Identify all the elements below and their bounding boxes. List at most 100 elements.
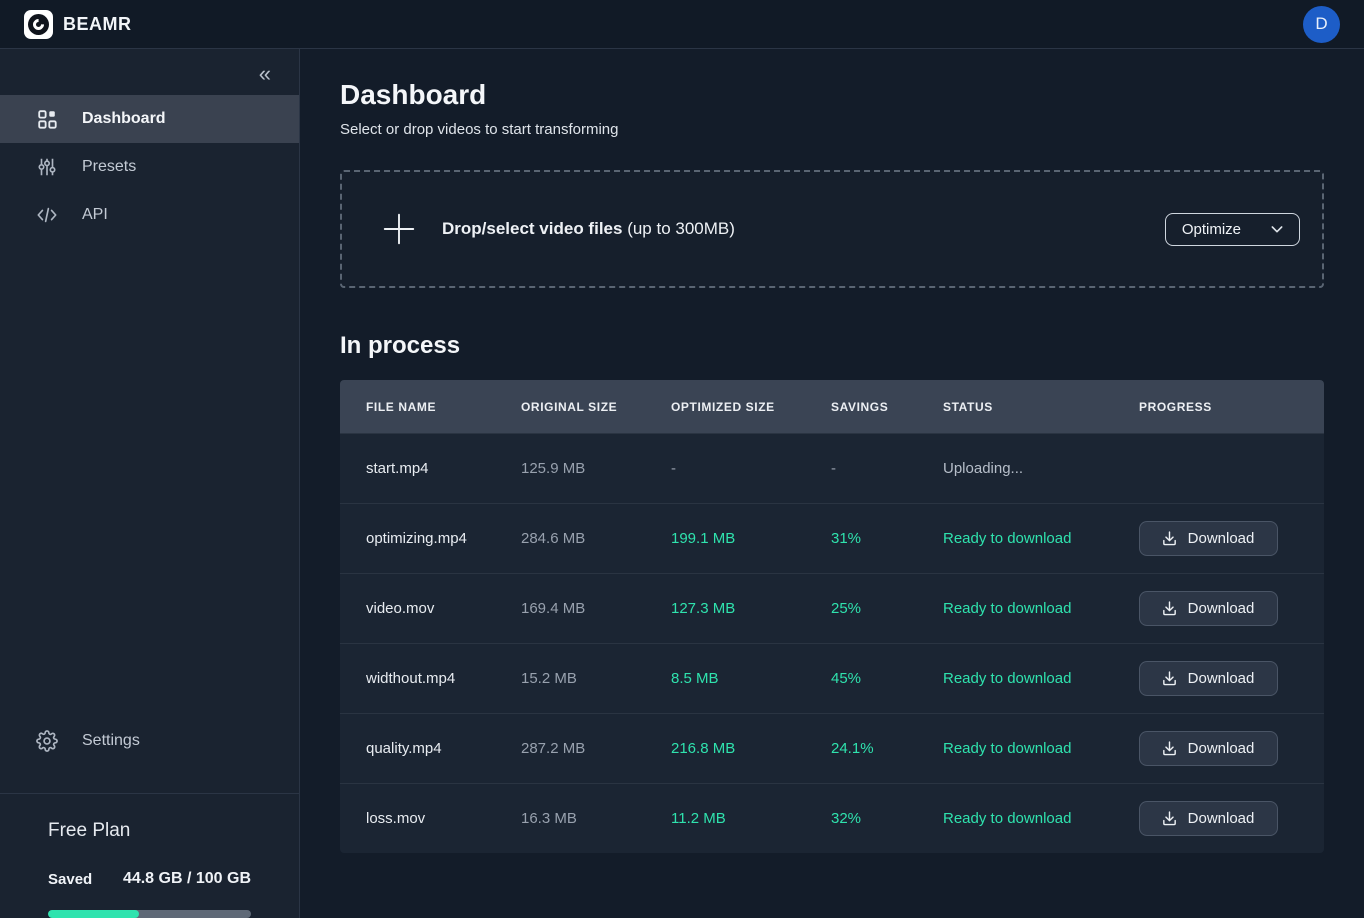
sidebar-item-api[interactable]: API: [0, 191, 299, 239]
file-name: quality.mp4: [340, 740, 495, 757]
progress-cell: Download: [1113, 801, 1324, 836]
code-icon: [36, 204, 58, 226]
table-row: start.mp4 125.9 MB - - Uploading...: [340, 433, 1324, 503]
original-size: 287.2 MB: [495, 740, 645, 757]
download-button[interactable]: Download: [1139, 591, 1278, 626]
plan-saved-label: Saved: [48, 871, 92, 888]
sidebar-item-presets[interactable]: Presets: [0, 143, 299, 191]
col-header-original-size: ORIGINAL SIZE: [495, 400, 645, 414]
download-icon: [1161, 600, 1178, 617]
beamr-logo-icon: [24, 10, 53, 39]
status: Ready to download: [917, 530, 1113, 547]
progress-cell: Download: [1113, 731, 1324, 766]
avatar-initial: D: [1315, 14, 1327, 34]
plan-saved-value: 44.8 GB / 100 GB: [123, 870, 251, 888]
plan-usage-bar-fill: [48, 910, 139, 918]
table-row: video.mov 169.4 MB 127.3 MB 25% Ready to…: [340, 573, 1324, 643]
savings: -: [805, 460, 917, 477]
sidebar-nav: Dashboard Presets: [0, 95, 299, 239]
grid-icon: [36, 108, 58, 130]
file-name: video.mov: [340, 600, 495, 617]
status: Ready to download: [917, 600, 1113, 617]
download-label: Download: [1188, 670, 1255, 687]
table-row: optimizing.mp4 284.6 MB 199.1 MB 31% Rea…: [340, 503, 1324, 573]
download-button[interactable]: Download: [1139, 801, 1278, 836]
status: Ready to download: [917, 740, 1113, 757]
gear-icon: [36, 730, 58, 752]
col-header-savings: SAVINGS: [805, 400, 917, 414]
plan-name: Free Plan: [48, 820, 251, 842]
sidebar: « Dashboard: [0, 49, 300, 918]
download-icon: [1161, 740, 1178, 757]
savings: 45%: [805, 670, 917, 687]
optimized-size: 11.2 MB: [645, 810, 805, 827]
plan-usage-bar: [48, 910, 251, 918]
table-header-row: FILE NAME ORIGINAL SIZE OPTIMIZED SIZE S…: [340, 380, 1324, 433]
optimized-size: -: [645, 460, 805, 477]
sidebar-item-label: API: [82, 206, 108, 224]
file-name: loss.mov: [340, 810, 495, 827]
original-size: 169.4 MB: [495, 600, 645, 617]
file-name: widthout.mp4: [340, 670, 495, 687]
progress-cell: Download: [1113, 591, 1324, 626]
in-process-table: FILE NAME ORIGINAL SIZE OPTIMIZED SIZE S…: [340, 380, 1324, 853]
page-subtitle: Select or drop videos to start transform…: [340, 121, 1324, 138]
original-size: 125.9 MB: [495, 460, 645, 477]
file-name: start.mp4: [340, 460, 495, 477]
table-row: widthout.mp4 15.2 MB 8.5 MB 45% Ready to…: [340, 643, 1324, 713]
optimize-dropdown[interactable]: Optimize: [1165, 213, 1300, 246]
col-header-file-name: FILE NAME: [340, 400, 495, 414]
progress-cell: Download: [1113, 661, 1324, 696]
optimized-size: 216.8 MB: [645, 740, 805, 757]
col-header-status: STATUS: [917, 400, 1113, 414]
sidebar-item-label: Presets: [82, 158, 136, 176]
download-label: Download: [1188, 530, 1255, 547]
dropzone-hint: (up to 300MB): [627, 219, 735, 238]
page-title: Dashboard: [340, 79, 1324, 111]
status: Ready to download: [917, 810, 1113, 827]
download-label: Download: [1188, 810, 1255, 827]
table-row: quality.mp4 287.2 MB 216.8 MB 24.1% Read…: [340, 713, 1324, 783]
sliders-icon: [36, 156, 58, 178]
file-name: optimizing.mp4: [340, 530, 495, 547]
top-bar: BEAMR D: [0, 0, 1364, 49]
savings: 32%: [805, 810, 917, 827]
progress-cell: Download: [1113, 521, 1324, 556]
original-size: 16.3 MB: [495, 810, 645, 827]
optimize-dropdown-value: Optimize: [1182, 221, 1241, 238]
optimized-size: 127.3 MB: [645, 600, 805, 617]
status: Ready to download: [917, 670, 1113, 687]
savings: 24.1%: [805, 740, 917, 757]
savings: 25%: [805, 600, 917, 617]
brand: BEAMR: [24, 10, 132, 39]
user-avatar[interactable]: D: [1303, 6, 1340, 43]
sidebar-item-label: Settings: [82, 732, 140, 750]
original-size: 284.6 MB: [495, 530, 645, 547]
col-header-progress: PROGRESS: [1113, 400, 1324, 414]
sidebar-item-label: Dashboard: [82, 110, 166, 128]
savings: 31%: [805, 530, 917, 547]
sidebar-item-dashboard[interactable]: Dashboard: [0, 95, 299, 143]
optimized-size: 199.1 MB: [645, 530, 805, 547]
download-icon: [1161, 670, 1178, 687]
sidebar-item-settings[interactable]: Settings: [0, 717, 299, 765]
download-icon: [1161, 810, 1178, 827]
download-label: Download: [1188, 740, 1255, 757]
sidebar-collapse-icon[interactable]: «: [259, 63, 271, 85]
in-process-title: In process: [340, 332, 1324, 360]
download-button[interactable]: Download: [1139, 661, 1278, 696]
download-button[interactable]: Download: [1139, 521, 1278, 556]
main-content: Dashboard Select or drop videos to start…: [300, 49, 1364, 918]
brand-name: BEAMR: [63, 14, 132, 35]
file-dropzone[interactable]: Drop/select video files (up to 300MB) Op…: [340, 170, 1324, 288]
col-header-optimized-size: OPTIMIZED SIZE: [645, 400, 805, 414]
optimized-size: 8.5 MB: [645, 670, 805, 687]
download-label: Download: [1188, 600, 1255, 617]
table-row: loss.mov 16.3 MB 11.2 MB 32% Ready to do…: [340, 783, 1324, 853]
status: Uploading...: [917, 460, 1113, 477]
download-icon: [1161, 530, 1178, 547]
original-size: 15.2 MB: [495, 670, 645, 687]
download-button[interactable]: Download: [1139, 731, 1278, 766]
plan-box: Free Plan Saved 44.8 GB / 100 GB: [0, 794, 299, 918]
plus-icon: [380, 210, 418, 248]
